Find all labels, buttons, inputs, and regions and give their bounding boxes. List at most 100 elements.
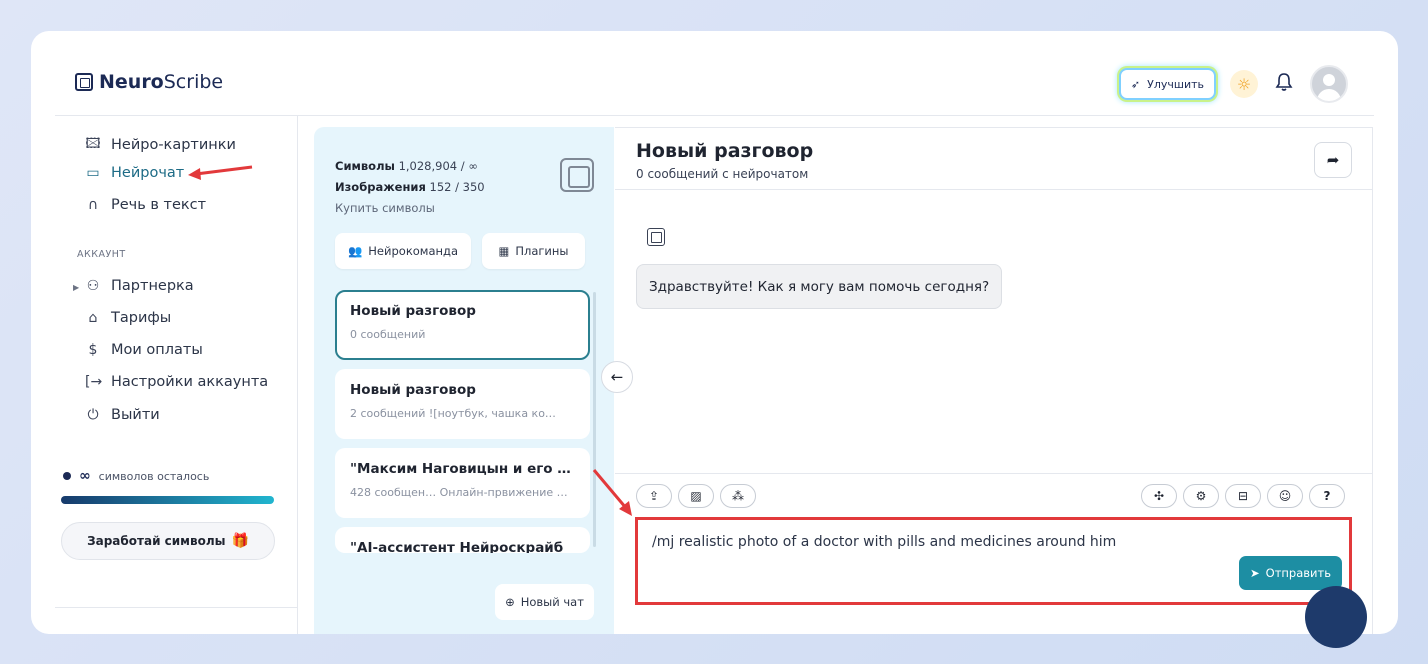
chat-list-item[interactable]: "AI-ассистент Нейроскрайб: [335, 527, 590, 553]
gear-icon: ⚙: [1195, 489, 1207, 503]
chat-item-title: Новый разговор: [350, 382, 476, 398]
sidebar-item-label: Настройки аккаунта: [111, 374, 269, 390]
plus-circle-icon: ⊕: [505, 595, 515, 609]
sidebar-item-tariffs[interactable]: ⌂ Тарифы: [85, 310, 172, 326]
avatar[interactable]: [1310, 65, 1348, 103]
theme-toggle-sun-icon[interactable]: ☼: [1230, 70, 1258, 98]
symbols-remaining: ∞ символов осталось: [63, 468, 209, 484]
gift-icon: 🎁: [231, 533, 249, 549]
users-icon: ⚇: [86, 278, 100, 294]
toolbar-divider: [615, 473, 1372, 474]
power-icon: ⏻: [87, 407, 99, 423]
images-label: Изображения: [335, 180, 426, 194]
image-icon: ▨: [690, 489, 702, 503]
chat-item-sub: 0 сообщений: [350, 328, 426, 341]
app-window: NeuroScribe ➶ Улучшить ☼ 🖾 Нейро-картинк…: [31, 31, 1398, 634]
remaining-label: символов осталось: [98, 469, 210, 483]
logo[interactable]: NeuroScribe: [75, 71, 223, 93]
arrow-left-icon: ←: [610, 368, 624, 386]
question-icon: ?: [1323, 489, 1331, 503]
logo-light: Scribe: [163, 71, 224, 93]
status-dot: [63, 472, 71, 480]
plugins-button[interactable]: ▦ Плагины: [482, 233, 585, 269]
inbox-icon: ⊟: [1237, 489, 1249, 503]
earn-label: Заработай символы: [87, 534, 226, 548]
chat-subtitle: 0 сообщений с нейрочатом: [636, 167, 809, 181]
rocket-icon: ➶: [1130, 77, 1141, 91]
send-button[interactable]: ➤ Отправить: [1239, 556, 1342, 590]
chat-item-title: Новый разговор: [350, 303, 476, 319]
upload-button[interactable]: ⇪: [636, 484, 672, 508]
tag-icon: ⌂: [88, 310, 98, 326]
new-chat-label: Новый чат: [520, 595, 584, 609]
chat-title: Новый разговор: [636, 140, 814, 162]
grid-icon: ▦: [498, 244, 510, 258]
message-input[interactable]: /mj realistic photo of a doctor with pil…: [635, 517, 1352, 605]
image-button[interactable]: ▨: [678, 484, 714, 508]
sidebar-item-neuro-images[interactable]: 🖾 Нейро-картинки: [85, 133, 236, 157]
share-button[interactable]: ➦: [1314, 142, 1352, 178]
magic-wand-icon: ⁂: [732, 489, 744, 503]
chat-list-scrollbar[interactable]: [593, 292, 596, 547]
message-input-text[interactable]: /mj realistic photo of a doctor with pil…: [652, 534, 1116, 550]
plugin-button[interactable]: ✣: [1141, 484, 1177, 508]
sidebar-item-label: Нейро-картинки: [111, 137, 236, 153]
magic-wand-button[interactable]: ⁂: [720, 484, 756, 508]
bell-icon[interactable]: [1272, 72, 1296, 97]
sidebar-item-logout[interactable]: ⏻ Выйти: [85, 407, 160, 423]
image-icon: 🖾: [85, 136, 101, 152]
send-label: Отправить: [1265, 566, 1331, 580]
buy-symbols-link[interactable]: Купить символы: [335, 198, 485, 219]
sidebar-item-account-settings[interactable]: [→ Настройки аккаунта: [85, 374, 268, 390]
sidebar-item-label: Мои оплаты: [111, 342, 203, 358]
sidebar-item-neurochat[interactable]: ▭ Нейрочат: [85, 165, 184, 181]
settings-button[interactable]: ⚙: [1183, 484, 1219, 508]
headphones-icon: ∩: [87, 197, 99, 213]
neuro-team-button[interactable]: 👥 Нейрокоманда: [335, 233, 471, 269]
collapse-panel-button[interactable]: ←: [601, 361, 633, 393]
input-tools-right: ✣ ⚙ ⊟ ☺ ?: [1141, 484, 1345, 508]
images-value: 152 / 350: [429, 180, 485, 194]
robot-icon: ☺: [1278, 489, 1292, 503]
upgrade-button[interactable]: ➶ Улучшить: [1118, 68, 1216, 100]
chat-main: Новый разговор 0 сообщений с нейрочатом …: [615, 127, 1373, 634]
chat-header-divider: [615, 189, 1372, 190]
template-button[interactable]: ⊟: [1225, 484, 1261, 508]
logo-icon: [75, 73, 93, 91]
bot-avatar-icon: [647, 228, 665, 246]
send-icon: ➤: [1250, 566, 1260, 580]
team-label: Нейрокоманда: [368, 244, 459, 258]
sidebar-item-partner[interactable]: ⚇ Партнерка: [85, 278, 194, 294]
sidebar-item-label: Партнерка: [111, 278, 194, 294]
sidebar-bottom-divider: [55, 607, 297, 608]
input-tools-left: ⇪ ▨ ⁂: [636, 484, 756, 508]
chat-item-sub: 2 сообщений ![ноутбук, чашка ко…: [350, 407, 556, 420]
help-button[interactable]: ?: [1309, 484, 1345, 508]
sidebar-item-label: Выйти: [111, 407, 160, 423]
infinity-symbol: ∞: [79, 468, 91, 484]
caret-right-icon[interactable]: ▶: [73, 283, 79, 292]
support-chat-button[interactable]: [1305, 586, 1367, 648]
sidebar-item-label: Тарифы: [111, 310, 172, 326]
symbols-value: 1,028,904 / ∞: [398, 159, 478, 173]
chat-item-title: "AI-ассистент Нейроскрайб: [350, 540, 564, 553]
app-logo-icon: [560, 158, 594, 192]
chat-list-item[interactable]: Новый разговор 2 сообщений ![ноутбук, ча…: [335, 369, 590, 439]
share-icon: ➦: [1326, 151, 1340, 169]
chat-list-item[interactable]: Новый разговор 0 сообщений: [335, 290, 590, 360]
sidebar-item-payments[interactable]: $ Мои оплаты: [85, 342, 203, 358]
chat-item-title: "Максим Наговицын и его …: [350, 461, 571, 477]
puzzle-icon: ✣: [1153, 489, 1165, 503]
usage-stats: Символы 1,028,904 / ∞ Изображения 152 / …: [335, 156, 485, 219]
new-chat-button[interactable]: ⊕ Новый чат: [495, 584, 594, 620]
account-section-label: АККАУНТ: [77, 249, 126, 260]
bot-button[interactable]: ☺: [1267, 484, 1303, 508]
login-icon: [→: [85, 374, 103, 390]
chat-list-item[interactable]: "Максим Наговицын и его … 428 сообщен… О…: [335, 448, 590, 518]
sidebar: 🖾 Нейро-картинки ▭ Нейрочат ∩ Речь в тек…: [55, 116, 298, 634]
sidebar-item-speech-to-text[interactable]: ∩ Речь в текст: [85, 197, 206, 213]
earn-symbols-button[interactable]: Заработай символы 🎁: [61, 522, 275, 560]
symbols-progress-bar: [61, 496, 274, 504]
assistant-message: Здравствуйте! Как я могу вам помочь сего…: [636, 264, 1003, 309]
plugins-label: Плагины: [515, 244, 569, 258]
